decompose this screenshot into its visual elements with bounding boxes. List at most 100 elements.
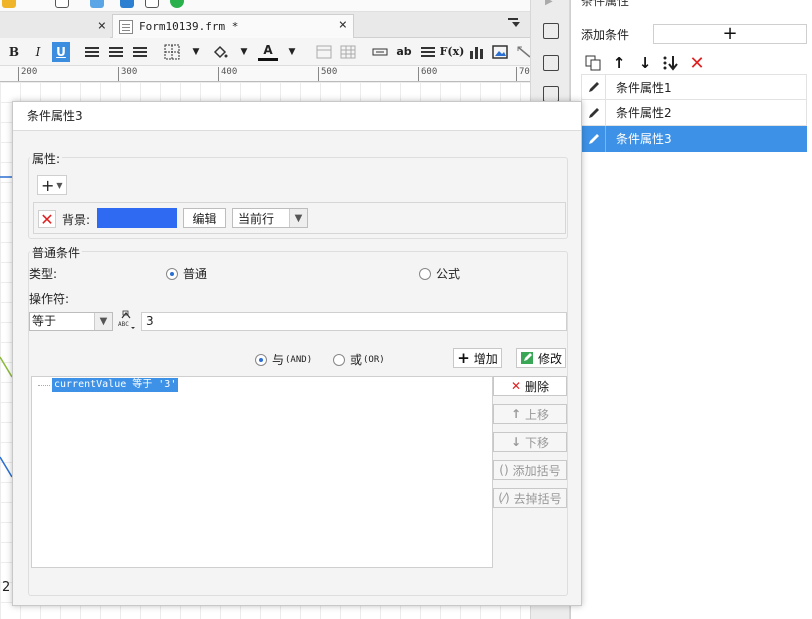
remove-bracket-button[interactable]: (⁄) 去掉括号 (493, 488, 567, 508)
chevron-down-icon[interactable]: ▼ (234, 42, 254, 62)
add-condition-button[interactable]: + (653, 24, 807, 44)
align-center-icon[interactable] (106, 42, 126, 62)
dialog-title: 条件属性3 (13, 102, 581, 131)
image-icon[interactable] (490, 42, 510, 62)
paragraph-icon[interactable] (418, 42, 438, 62)
panel-toolbar: ↑ ↓ ✕ (583, 52, 713, 74)
list-item[interactable]: 条件属性2 (581, 99, 807, 126)
align-left-icon[interactable] (82, 42, 102, 62)
svg-text:ABC: ABC (118, 321, 129, 328)
close-icon[interactable]: × (98, 18, 106, 34)
format-toolbar: B I U ▼ ▼ A ▼ ab F(x) (0, 38, 531, 66)
operator-select[interactable]: 等于 ▼ (29, 312, 113, 331)
italic-button[interactable]: I (28, 42, 48, 62)
modify-button[interactable]: 修改 (516, 348, 566, 368)
text-field-button[interactable]: ab (394, 42, 414, 62)
ruler-tick: 70 (516, 67, 530, 81)
tab-title: Form10139.frm * (139, 20, 239, 33)
close-icon[interactable]: × (339, 17, 347, 33)
radio-dot (333, 353, 345, 366)
type-normal-radio[interactable]: 普通 (166, 265, 207, 282)
document-tab-bar: × Form10139.frm * × (0, 12, 530, 38)
modify-icon (520, 352, 533, 364)
partial-icon[interactable] (2, 0, 16, 8)
operator-label: 操作符: (29, 292, 70, 306)
border-icon[interactable] (162, 42, 182, 62)
background-label: 背景: (62, 213, 91, 227)
edit-button[interactable]: 编辑 (183, 208, 226, 228)
merge-cells-icon[interactable] (314, 42, 334, 62)
add-attribute-button[interactable]: + ▼ (37, 175, 67, 195)
normal-condition-label: 普通条件 (30, 244, 83, 261)
ruler-tick: 300 (118, 67, 137, 81)
type-formula-radio[interactable]: 公式 (419, 265, 460, 282)
move-up-button[interactable]: ↑ 上移 (493, 404, 567, 424)
chevron-down-icon[interactable]: ▼ (186, 42, 206, 62)
align-right-icon[interactable] (130, 42, 150, 62)
formula-button[interactable]: F(x) (440, 42, 465, 62)
tab-form10139[interactable]: Form10139.frm * × (112, 14, 354, 38)
partial-icon[interactable] (170, 0, 184, 8)
radio-dot (166, 267, 178, 280)
delete-button[interactable]: ✕ 删除 (493, 376, 567, 396)
tab-previous[interactable]: × (0, 14, 110, 38)
condition-list: 条件属性1 条件属性2 条件属性3 (581, 74, 807, 152)
condition-attribute-dialog: 条件属性3 属性: + ▼ ✕ 背景: 编辑 当前行 ▼ 普通条件 类型: 普通 … (12, 101, 582, 606)
list-item-label: 条件属性3 (616, 132, 672, 146)
partial-icon[interactable] (120, 0, 134, 8)
abc-type-icon[interactable]: ABC (118, 310, 136, 330)
and-radio[interactable]: 与 (AND) (255, 351, 312, 368)
attributes-group-label: 属性: (30, 150, 63, 167)
delete-icon[interactable]: ✕ (687, 53, 707, 74)
move-bottom-icon[interactable] (661, 53, 681, 73)
radio-dot (419, 267, 431, 280)
add-bracket-button[interactable]: () 添加括号 (493, 460, 567, 480)
list-item-label: 条件属性1 (616, 80, 672, 95)
bold-button[interactable]: B (4, 42, 24, 62)
chevron-down-icon[interactable]: ▼ (282, 42, 302, 62)
ruler-tick: 600 (418, 67, 437, 81)
tree-connector (38, 385, 50, 386)
attribute-row: ✕ 背景: 编辑 当前行 ▼ (33, 202, 566, 234)
partial-icon[interactable] (90, 0, 104, 8)
radio-dot (255, 353, 267, 366)
expand-arrow-icon[interactable]: ▶ (545, 0, 553, 7)
edit-icon (582, 125, 606, 152)
partial-icon[interactable] (55, 0, 69, 8)
top-toolbar-strip (0, 0, 530, 12)
font-color-button[interactable]: A (258, 43, 278, 61)
underline-button[interactable]: U (52, 41, 70, 62)
operand-input[interactable]: 3 (141, 312, 567, 331)
expression-list[interactable]: currentValue 等于 '3' (31, 376, 493, 568)
frame-icon[interactable] (543, 86, 559, 102)
horizontal-ruler: 200 300 400 500 600 70 (0, 66, 530, 82)
list-item-label: 条件属性2 (616, 106, 672, 120)
widget-settings-icon[interactable] (543, 55, 559, 71)
edit-icon (582, 74, 606, 100)
document-icon (119, 19, 133, 34)
scope-select[interactable]: 当前行 ▼ (232, 208, 308, 228)
arrow-down-icon[interactable]: ↓ (635, 53, 655, 73)
chart-icon[interactable] (466, 42, 486, 62)
panel-title: 条件属性 (581, 0, 630, 8)
textbox-icon[interactable] (370, 42, 390, 62)
background-color-swatch[interactable] (97, 208, 177, 228)
layout-icon[interactable] (543, 23, 559, 39)
partial-icon[interactable] (145, 0, 159, 8)
chevron-down-icon: ▼ (289, 209, 307, 227)
copy-icon[interactable] (583, 53, 603, 73)
table-icon[interactable] (338, 42, 358, 62)
fill-color-icon[interactable] (210, 42, 230, 62)
type-label: 类型: (29, 267, 58, 281)
remove-attribute-icon[interactable]: ✕ (38, 210, 56, 229)
move-down-button[interactable]: ↓ 下移 (493, 432, 567, 452)
add-condition-label: 添加条件 (581, 28, 630, 42)
or-radio[interactable]: 或 (OR) (333, 351, 385, 368)
tab-menu-icon[interactable] (508, 18, 520, 28)
axis-number: 2 (2, 580, 11, 595)
list-item-selected[interactable]: 条件属性3 (581, 125, 807, 152)
expression-item[interactable]: currentValue 等于 '3' (52, 378, 179, 392)
arrow-up-icon[interactable]: ↑ (609, 53, 629, 73)
list-item[interactable]: 条件属性1 (581, 74, 807, 100)
add-button[interactable]: + 增加 (453, 348, 502, 368)
